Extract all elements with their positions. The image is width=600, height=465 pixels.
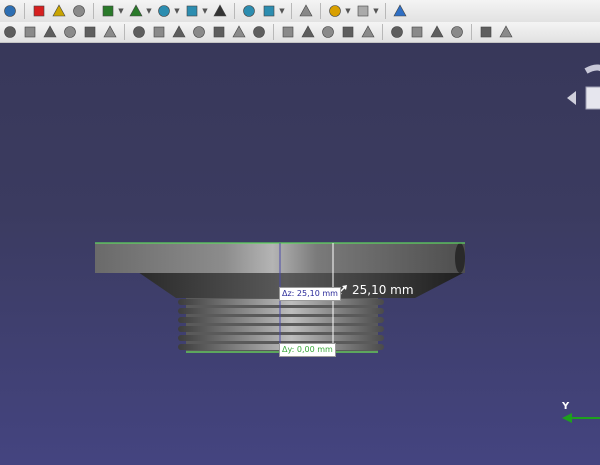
toolbar-separator bbox=[93, 3, 94, 19]
3d-viewport[interactable]: 25,10 mm Δz: 25,10 mm Δy: 0,00 mm Y bbox=[0, 43, 600, 465]
thread-ridge bbox=[178, 335, 384, 341]
dropdown-arrow-icon[interactable]: ▼ bbox=[146, 3, 152, 19]
toolbar-separator bbox=[291, 3, 292, 19]
check-geometry-icon[interactable] bbox=[478, 24, 494, 40]
dropdown-arrow-icon[interactable]: ▼ bbox=[345, 3, 351, 19]
view-isometric-icon[interactable] bbox=[156, 3, 172, 19]
flange-edge bbox=[455, 243, 465, 273]
zoom-fit-selection-icon[interactable] bbox=[128, 3, 144, 19]
refresh-icon[interactable] bbox=[392, 3, 408, 19]
viewport-canvas[interactable] bbox=[0, 43, 600, 465]
part-sphere-icon[interactable] bbox=[171, 24, 187, 40]
part-extrude-icon[interactable] bbox=[22, 24, 38, 40]
axis-indicator bbox=[562, 413, 600, 423]
join-icon[interactable] bbox=[429, 24, 445, 40]
nav-rotate-arc-icon bbox=[584, 64, 600, 74]
thread-ridge bbox=[178, 308, 384, 314]
stereo-view-icon[interactable] bbox=[184, 3, 200, 19]
y-axis-arrow-icon bbox=[562, 413, 572, 423]
part-primitives-icon[interactable] bbox=[251, 24, 267, 40]
toolbar-separator bbox=[320, 3, 321, 19]
measure-distance-icon[interactable] bbox=[298, 3, 314, 19]
macro-editor-icon[interactable] bbox=[2, 3, 18, 19]
toolbar-separator bbox=[124, 24, 125, 40]
part-cylinder-icon[interactable] bbox=[151, 24, 167, 40]
dropdown-arrow-icon[interactable]: ▼ bbox=[118, 3, 124, 19]
dz-tag: Δz: 25,10 mm bbox=[279, 287, 341, 301]
toolbar-separator bbox=[471, 24, 472, 40]
section-icon[interactable] bbox=[389, 24, 405, 40]
distance-label: 25,10 mm bbox=[352, 283, 414, 297]
record-macro-icon[interactable] bbox=[31, 3, 47, 19]
redo-icon[interactable] bbox=[355, 3, 371, 19]
part-revolve-icon[interactable] bbox=[42, 24, 58, 40]
nav-left-arrow-icon[interactable] bbox=[567, 91, 576, 105]
boolean-icon[interactable] bbox=[300, 24, 316, 40]
toolbar-separator bbox=[382, 24, 383, 40]
macro-list-icon[interactable] bbox=[51, 3, 67, 19]
bounding-box-icon[interactable] bbox=[241, 3, 257, 19]
navigation-cube[interactable] bbox=[567, 64, 600, 110]
part-mirror-icon[interactable] bbox=[62, 24, 78, 40]
thread-ridge bbox=[178, 326, 384, 332]
part-fillet-icon[interactable] bbox=[82, 24, 98, 40]
toolbar-separator bbox=[24, 3, 25, 19]
dy-tag: Δy: 0,00 mm bbox=[279, 343, 336, 357]
toolbar-macro-view: ▼ ▼ ▼ ▼ ▼ ▼ ▼ bbox=[0, 0, 600, 23]
common-icon[interactable] bbox=[360, 24, 376, 40]
toolbar-separator bbox=[385, 3, 386, 19]
part-shapebuilder-icon[interactable] bbox=[280, 24, 296, 40]
part-cone-icon[interactable] bbox=[191, 24, 207, 40]
thread-ridge bbox=[178, 317, 384, 323]
cut-icon[interactable] bbox=[320, 24, 336, 40]
nav-cube-face[interactable] bbox=[585, 86, 600, 110]
dropdown-arrow-icon[interactable]: ▼ bbox=[373, 3, 379, 19]
part-box-icon[interactable] bbox=[2, 24, 18, 40]
measure-zoom-icon[interactable] bbox=[261, 3, 277, 19]
dropdown-arrow-icon[interactable]: ▼ bbox=[202, 3, 208, 19]
dropdown-arrow-icon[interactable]: ▼ bbox=[174, 3, 180, 19]
part-tube-icon[interactable] bbox=[231, 24, 247, 40]
part-chamfer-icon[interactable] bbox=[102, 24, 118, 40]
fuse-icon[interactable] bbox=[340, 24, 356, 40]
undo-icon[interactable] bbox=[327, 3, 343, 19]
toolbar-part-tools bbox=[0, 22, 600, 43]
split-icon[interactable] bbox=[409, 24, 425, 40]
toolbar-separator bbox=[234, 3, 235, 19]
dropdown-arrow-icon[interactable]: ▼ bbox=[279, 3, 285, 19]
draw-style-icon[interactable] bbox=[212, 3, 228, 19]
defeaturing-icon[interactable] bbox=[498, 24, 514, 40]
compound-icon[interactable] bbox=[449, 24, 465, 40]
y-axis-label: Y bbox=[562, 401, 570, 412]
part-torus-icon[interactable] bbox=[211, 24, 227, 40]
zoom-fit-all-icon[interactable] bbox=[100, 3, 116, 19]
execute-macro-icon[interactable] bbox=[71, 3, 87, 19]
part-cube-icon[interactable] bbox=[131, 24, 147, 40]
toolbar-separator bbox=[273, 24, 274, 40]
